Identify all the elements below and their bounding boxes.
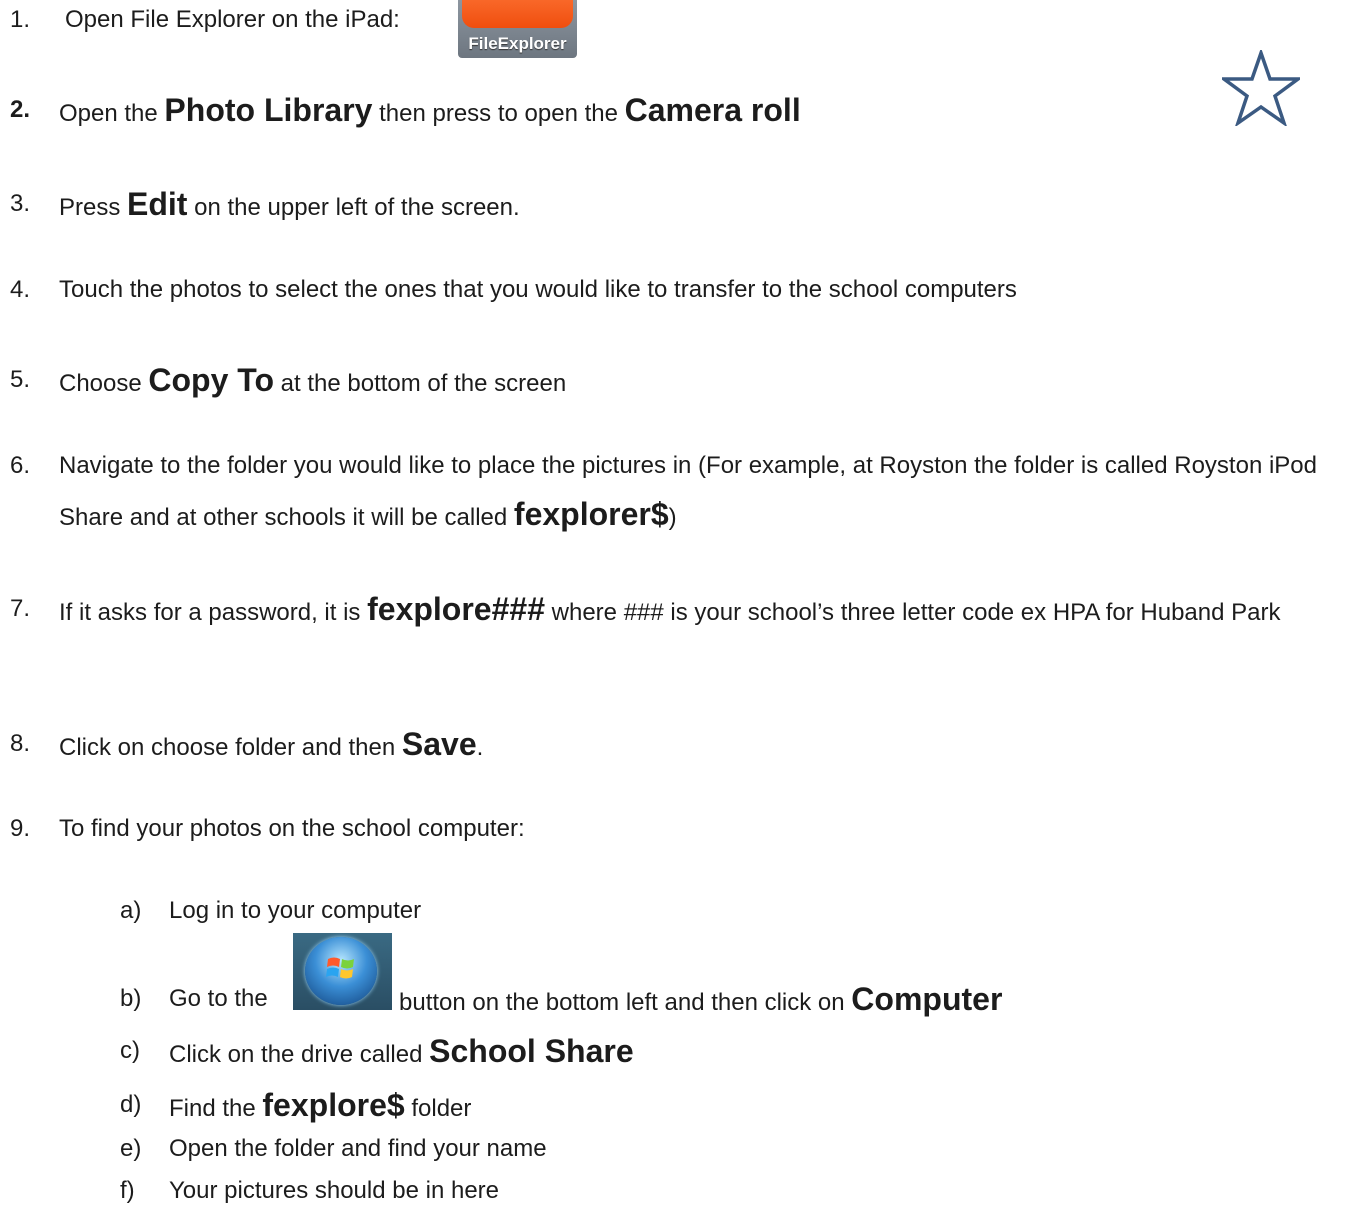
step-number: 2.: [10, 96, 31, 123]
text-run: .: [476, 734, 484, 761]
substep-letter: f): [120, 1177, 135, 1204]
text-run: Navigate to the folder you would like to…: [59, 452, 1317, 531]
file-explorer-app-icon: FileExplorer: [458, 0, 577, 58]
substep-text: Open the folder and find your name: [169, 1135, 547, 1162]
star-outline-icon: [1222, 50, 1300, 126]
step-text: If it asks for a password, it is fexplor…: [59, 585, 1354, 637]
substep-text: Your pictures should be in here: [169, 1177, 499, 1204]
substep-letter: d): [120, 1091, 142, 1118]
photo-library-label: Photo Library: [164, 92, 373, 128]
text-run: ): [668, 504, 677, 531]
windows-start-orb-icon: [293, 933, 392, 1010]
text-run: then press to open the: [372, 100, 625, 127]
substep-text-start: Go to the: [169, 985, 268, 1012]
step-number: 1.: [10, 6, 31, 33]
substep-letter: e): [120, 1135, 142, 1162]
substep-letter: a): [120, 897, 142, 924]
substep-text: Click on the drive called School Share: [169, 1030, 634, 1076]
computer-label: Computer: [851, 981, 1003, 1017]
step-text: Touch the photos to select the ones that…: [59, 276, 1017, 303]
step-text: Click on choose folder and then Save.: [59, 720, 483, 772]
step-text: Press Edit on the upper left of the scre…: [59, 180, 520, 232]
step-number: 6.: [10, 452, 31, 479]
text-run: button on the bottom left and then click…: [399, 989, 852, 1016]
text-run: on the upper left of the screen.: [187, 194, 520, 221]
copy-to-label: Copy To: [148, 362, 274, 398]
substep-letter: b): [120, 985, 142, 1012]
text-run: folder: [404, 1095, 472, 1122]
step-text: Choose Copy To at the bottom of the scre…: [59, 356, 566, 408]
fexplore-folder-label: fexplore$: [262, 1087, 405, 1123]
password-label: fexplore###: [367, 591, 545, 627]
step-number: 8.: [10, 730, 31, 757]
text-run: Click on the drive called: [169, 1041, 430, 1068]
text-run: Press: [59, 194, 128, 221]
step-number: 5.: [10, 366, 31, 393]
step-text: Navigate to the folder you would like to…: [59, 442, 1354, 542]
text-run: where ### is your school’s three letter …: [544, 599, 1281, 626]
text-run: Find the: [169, 1095, 263, 1122]
camera-roll-label: Camera roll: [624, 92, 801, 128]
save-label: Save: [401, 726, 477, 762]
text-run: Open the: [59, 100, 165, 127]
step-text: Open File Explorer on the iPad:: [65, 6, 400, 33]
step-text: Open the Photo Library then press to ope…: [59, 86, 801, 138]
text-run: Click on choose folder and then: [59, 734, 402, 761]
text-run: Choose: [59, 370, 149, 397]
app-icon-label: FileExplorer: [468, 34, 567, 53]
step-number: 3.: [10, 190, 31, 217]
step-number: 9.: [10, 815, 31, 842]
substep-letter: c): [120, 1037, 140, 1064]
edit-label: Edit: [127, 186, 188, 222]
step-number: 7.: [10, 595, 31, 622]
step-number: 4.: [10, 276, 31, 303]
text-run: If it asks for a password, it is: [59, 599, 368, 626]
substep-text: Find the fexplore$ folder: [169, 1084, 471, 1130]
text-run: at the bottom of the screen: [274, 370, 567, 397]
substep-text: Log in to your computer: [169, 897, 422, 924]
school-share-label: School Share: [429, 1033, 634, 1069]
fexplorer-folder-label: fexplorer$: [513, 496, 669, 532]
substep-text-end: button on the bottom left and then click…: [399, 978, 1002, 1024]
step-text: To find your photos on the school comput…: [59, 815, 525, 842]
